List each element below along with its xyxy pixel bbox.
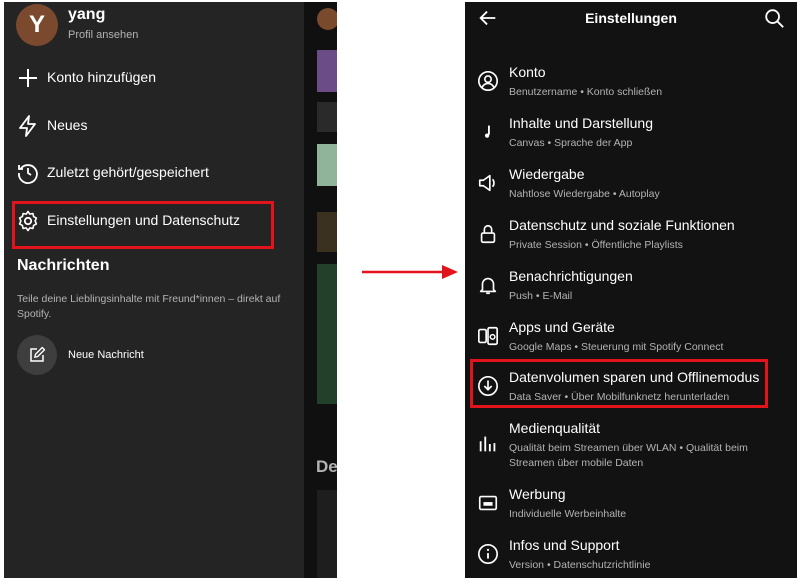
side-drawer: Y yang Profil ansehen Konto hinzufügen N… <box>4 2 304 578</box>
bell-icon <box>477 274 499 296</box>
background-thumbnail <box>317 264 337 404</box>
whats-new-button[interactable]: Neues <box>4 106 304 146</box>
background-heading: De <box>316 457 337 476</box>
lightning-icon <box>16 114 40 138</box>
lock-icon <box>477 223 499 245</box>
settings-item-subtitle: Canvas • Sprache der App <box>509 137 633 149</box>
settings-item-subtitle: Benutzername • Konto schließen <box>509 86 663 98</box>
settings-item-title: Konto <box>509 64 546 80</box>
settings-item-subtitle: Version • Datenschutzrichtlinie <box>509 559 651 571</box>
info-icon <box>477 543 499 565</box>
settings-item-title: Benachrichtigungen <box>509 268 633 284</box>
music-note-icon <box>477 121 499 143</box>
highlight-box <box>12 201 274 249</box>
history-icon <box>16 161 40 185</box>
menu-item-label: Neues <box>47 117 88 133</box>
settings-item-subtitle: Individuelle Werbeinhalte <box>509 508 627 520</box>
recently-played-button[interactable]: Zuletzt gehört/gespeichert <box>4 153 304 193</box>
background-avatar <box>317 8 337 30</box>
background-thumbnail <box>317 144 337 186</box>
settings-item-subtitle: Nahtlose Wiedergabe • Autoplay <box>509 188 660 200</box>
search-icon[interactable] <box>763 7 785 29</box>
compose-icon <box>28 346 46 364</box>
ad-icon <box>477 492 499 514</box>
settings-item-title: Apps und Geräte <box>509 319 615 335</box>
background-thumbnail <box>317 50 337 92</box>
settings-item-subtitle: Private Session • Öffentliche Playlists <box>509 239 683 251</box>
messages-heading: Nachrichten <box>17 257 110 274</box>
profile-name[interactable]: yang <box>68 6 105 24</box>
new-message-label[interactable]: Neue Nachricht <box>68 349 144 361</box>
settings-item-subtitle: Qualität beim Streamen über WLAN • Quali… <box>509 442 748 469</box>
view-profile-link[interactable]: Profil ansehen <box>68 29 138 41</box>
background-thumbnail <box>317 490 337 578</box>
settings-item-subtitle: Google Maps • Steuerung mit Spotify Conn… <box>509 341 724 353</box>
avatar[interactable]: Y <box>16 4 58 46</box>
red-arrow <box>360 262 460 282</box>
header: Einstellungen <box>465 2 797 40</box>
settings-item-title: Infos und Support <box>509 537 620 553</box>
new-message-button[interactable] <box>17 335 57 375</box>
navigation-drawer-screen: De Y yang Profil ansehen Konto hinzufüge… <box>4 2 337 578</box>
settings-item-title: Datenschutz und soziale Funktionen <box>509 217 735 233</box>
settings-screen: Einstellungen Konto Benutzername • Konto… <box>465 2 797 578</box>
highlight-box <box>470 359 768 408</box>
background-thumbnail <box>317 102 337 132</box>
plus-icon <box>16 66 40 90</box>
menu-item-label: Zuletzt gehört/gespeichert <box>47 164 209 180</box>
devices-icon <box>477 325 499 347</box>
settings-item-title: Inhalte und Darstellung <box>509 115 653 131</box>
settings-item-subtitle: Push • E-Mail <box>509 290 573 302</box>
settings-item-title: Werbung <box>509 486 566 502</box>
background-content-strip: De <box>304 2 337 578</box>
account-icon <box>477 70 499 92</box>
bars-icon <box>477 433 499 455</box>
settings-item-title: Medienqualität <box>509 420 601 436</box>
background-thumbnail <box>317 212 337 252</box>
add-account-button[interactable]: Konto hinzufügen <box>4 58 304 98</box>
page-title: Einstellungen <box>585 10 677 26</box>
messages-description: Teile deine Lieblingsinhalte mit Freund*… <box>17 293 281 320</box>
speaker-icon <box>477 172 499 194</box>
menu-item-label: Konto hinzufügen <box>47 69 156 85</box>
settings-item-title: Wiedergabe <box>509 166 585 182</box>
